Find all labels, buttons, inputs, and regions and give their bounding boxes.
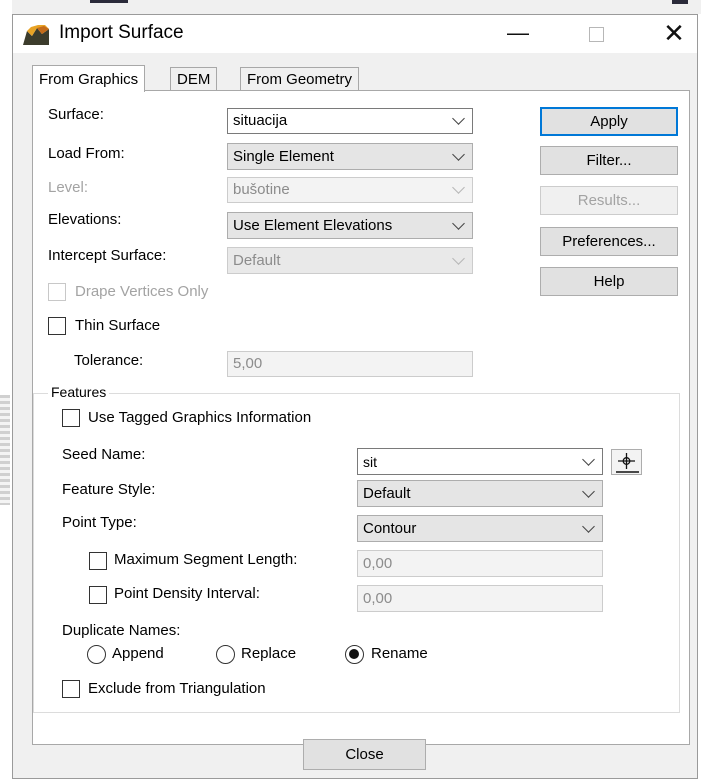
elevations-select[interactable]: Use Element Elevations — [227, 212, 473, 239]
chevron-down-icon — [452, 181, 465, 194]
use-tagged-graphics-checkbox[interactable] — [62, 409, 80, 427]
background-top-edge — [12, 0, 701, 14]
append-label: Append — [112, 645, 164, 662]
thin-surface-label: Thin Surface — [75, 317, 161, 334]
level-value: bušotine — [233, 181, 290, 198]
feature-style-label: Feature Style: — [62, 481, 156, 498]
point-density-label: Point Density Interval: — [114, 585, 260, 602]
filter-button[interactable]: Filter... — [540, 146, 678, 175]
chevron-down-icon — [582, 452, 595, 466]
replace-label: Replace — [241, 645, 297, 662]
help-button[interactable]: Help — [540, 267, 678, 296]
duplicate-names-label: Duplicate Names: — [62, 622, 181, 639]
chevron-down-icon — [452, 147, 465, 161]
tab-from-geometry[interactable]: From Geometry — [240, 67, 360, 91]
intercept-surface-label: Intercept Surface: — [48, 247, 167, 264]
chevron-down-icon — [452, 216, 465, 230]
level-select[interactable]: bušotine — [227, 177, 473, 203]
radio-selected-dot — [349, 649, 359, 659]
close-button[interactable]: Close — [303, 739, 426, 770]
tab-dem[interactable]: DEM — [170, 67, 218, 91]
chevron-down-icon — [452, 251, 465, 265]
max-segment-label: Maximum Segment Length: — [114, 551, 298, 568]
import-surface-icon — [23, 25, 49, 50]
exclude-triangulation-label: Exclude from Triangulation — [88, 680, 266, 697]
level-label: Level: — [48, 179, 89, 196]
chevron-down-icon — [582, 484, 595, 498]
point-density-value: 0,00 — [363, 590, 393, 607]
window-title: Import Surface — [59, 22, 184, 43]
seed-name-value: sit — [363, 454, 377, 470]
point-type-select[interactable]: Contour — [357, 515, 603, 542]
seed-name-label: Seed Name: — [62, 446, 146, 463]
use-tagged-graphics-label: Use Tagged Graphics Information — [88, 409, 312, 426]
pick-seed-button[interactable] — [611, 449, 642, 475]
tab-from-graphics[interactable]: From Graphics — [32, 65, 146, 92]
elevations-label: Elevations: — [48, 211, 122, 228]
thin-surface-checkbox[interactable] — [48, 317, 66, 335]
drape-vertices-label: Drape Vertices Only — [75, 283, 209, 300]
maximize-button[interactable] — [569, 15, 623, 53]
surface-select[interactable]: situacija — [227, 108, 473, 134]
results-button[interactable]: Results... — [540, 186, 678, 215]
replace-radio[interactable] — [216, 645, 235, 664]
point-type-value: Contour — [363, 520, 417, 537]
point-density-input[interactable]: 0,00 — [357, 585, 603, 612]
tolerance-label: Tolerance: — [74, 352, 144, 369]
intercept-surface-value: Default — [233, 252, 281, 269]
minimize-button[interactable]: — — [491, 15, 545, 53]
point-type-label: Point Type: — [62, 514, 137, 531]
surface-label: Surface: — [48, 106, 104, 123]
load-from-label: Load From: — [48, 145, 125, 162]
exclude-triangulation-checkbox[interactable] — [62, 680, 80, 698]
tolerance-input[interactable]: 5,00 — [227, 351, 473, 377]
max-segment-checkbox[interactable] — [89, 552, 107, 570]
features-group-title: Features — [48, 384, 110, 400]
load-from-select[interactable]: Single Element — [227, 143, 473, 170]
drape-vertices-checkbox[interactable] — [48, 283, 66, 301]
maximize-icon — [588, 26, 604, 42]
max-segment-input[interactable]: 0,00 — [357, 550, 603, 577]
background-strip — [0, 0, 12, 781]
feature-style-select[interactable]: Default — [357, 480, 603, 507]
append-radio[interactable] — [87, 645, 106, 664]
max-segment-value: 0,00 — [363, 555, 393, 572]
close-window-button[interactable]: ✕ — [647, 15, 701, 53]
rename-radio[interactable] — [345, 645, 364, 664]
seed-name-select[interactable]: sit — [357, 448, 603, 475]
chevron-down-icon — [452, 112, 465, 125]
feature-style-value: Default — [363, 485, 411, 502]
tolerance-value: 5,00 — [233, 355, 263, 372]
preferences-button[interactable]: Preferences... — [540, 227, 678, 256]
apply-button[interactable]: Apply — [540, 107, 678, 136]
intercept-surface-select[interactable]: Default — [227, 247, 473, 274]
load-from-value: Single Element — [233, 148, 334, 165]
point-density-checkbox[interactable] — [89, 586, 107, 604]
rename-label: Rename — [371, 645, 428, 662]
elevations-value: Use Element Elevations — [233, 217, 393, 234]
chevron-down-icon — [582, 519, 595, 533]
surface-value: situacija — [233, 112, 288, 129]
crosshair-pick-icon — [616, 453, 639, 473]
title-bar[interactable]: Import Surface — ✕ — [13, 15, 697, 53]
